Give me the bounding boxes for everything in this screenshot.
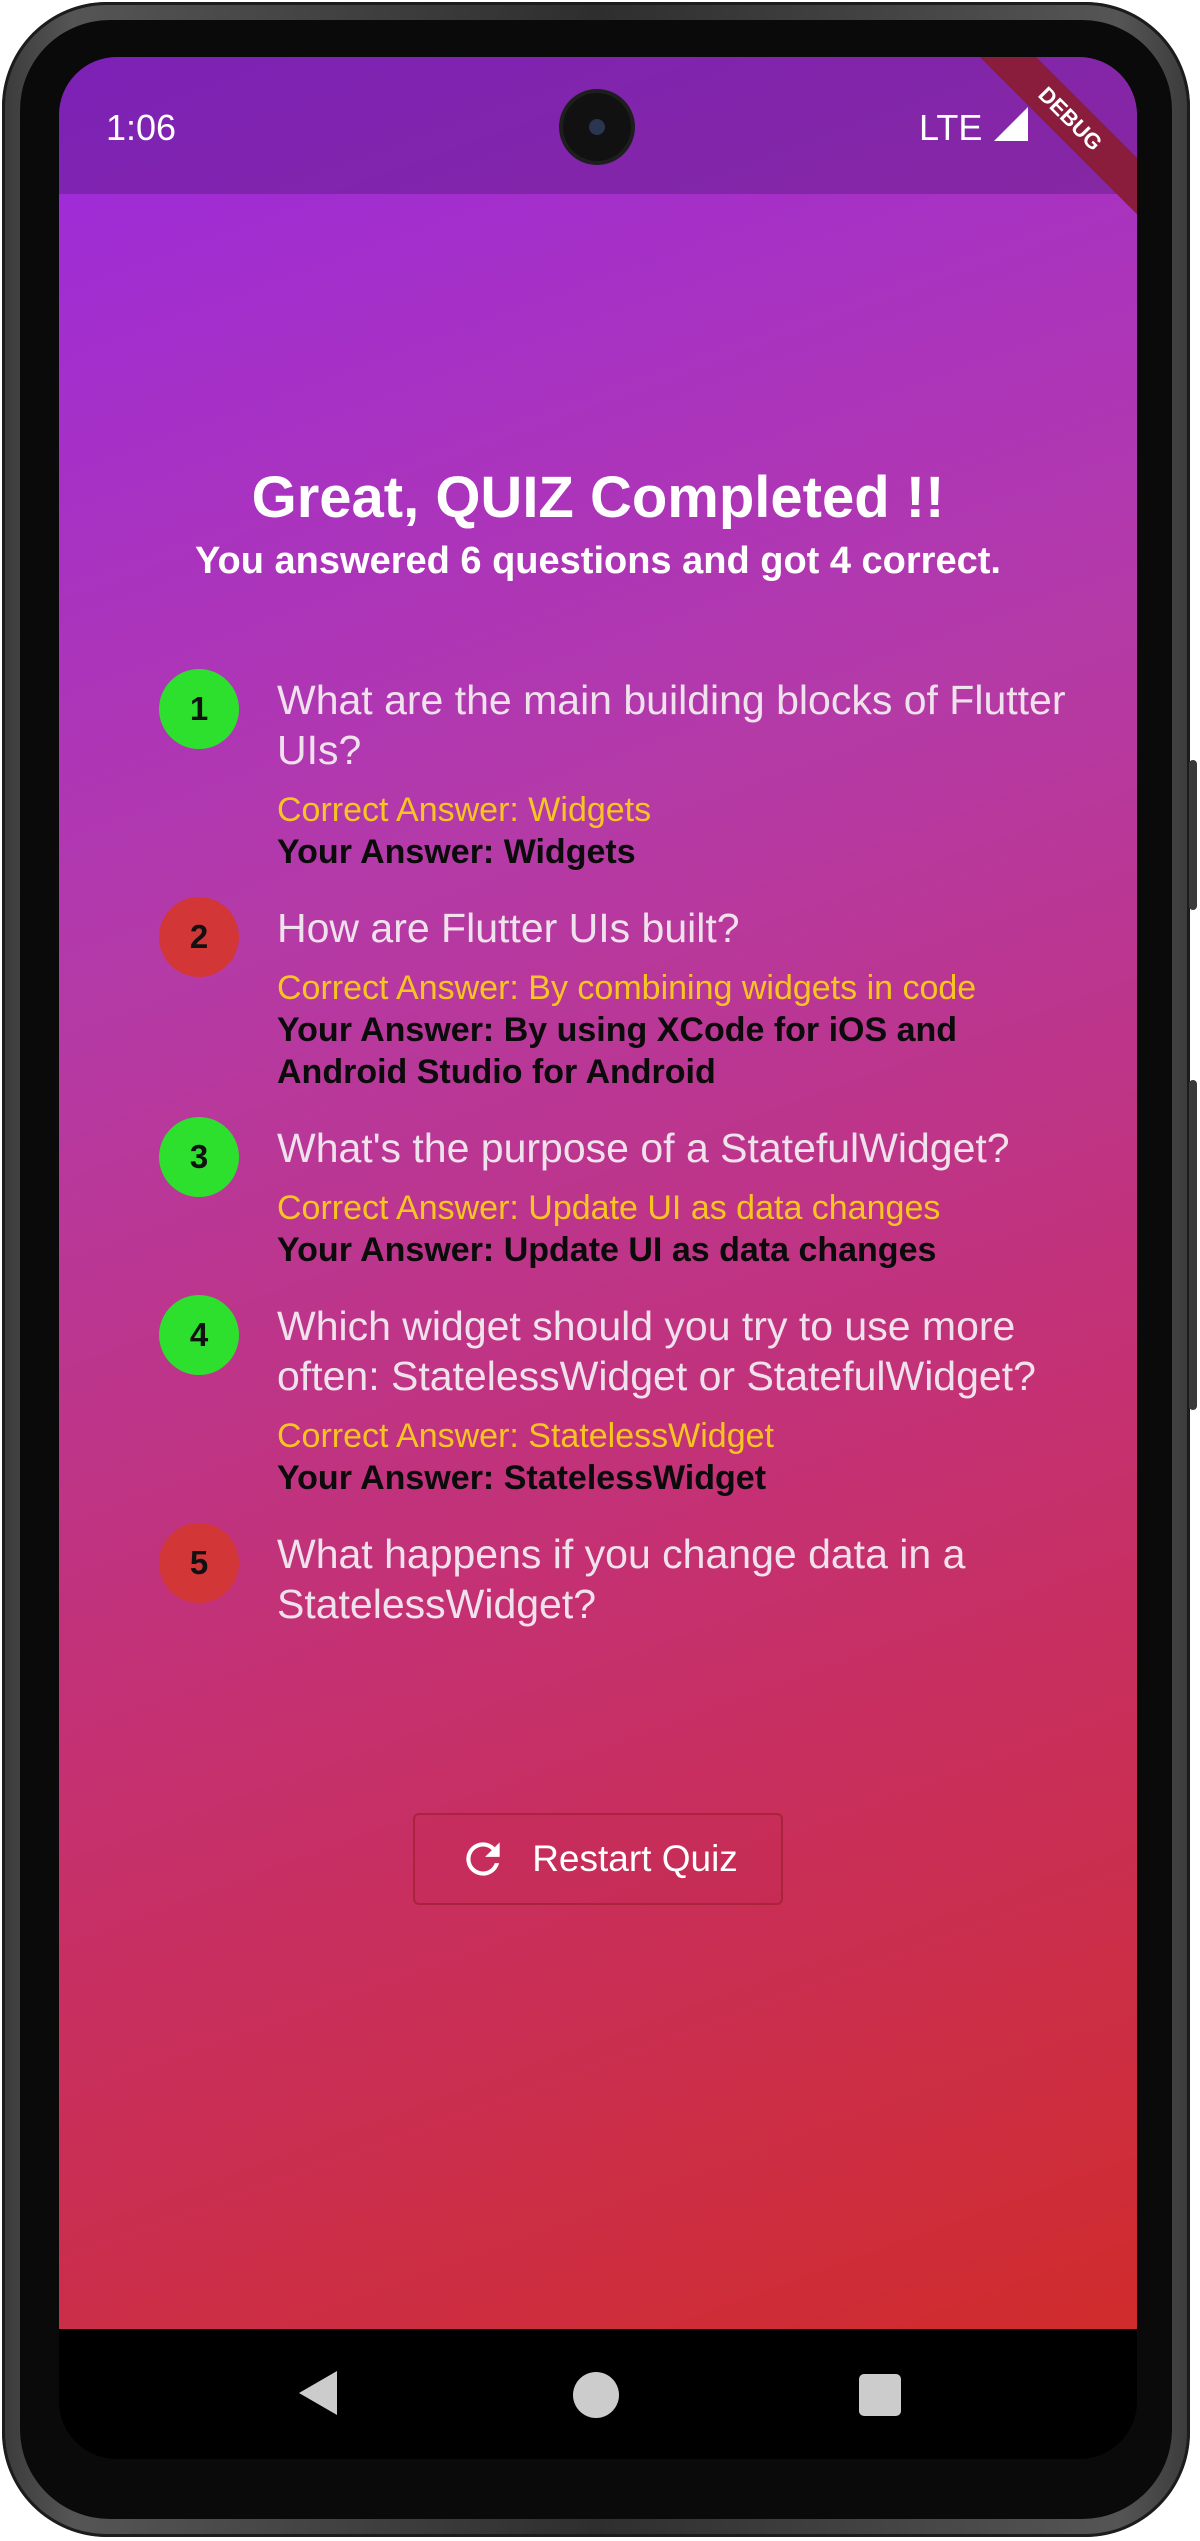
question-number-badge: 5	[159, 1523, 239, 1603]
recent-apps-icon[interactable]	[859, 2374, 901, 2416]
status-time: 1:06	[106, 107, 177, 148]
answers-summary-list[interactable]: 1 What are the main building blocks of F…	[159, 669, 1079, 1774]
results-title: Great, QUIZ Completed !!	[251, 465, 945, 530]
system-navigation-bar	[59, 2329, 1137, 2459]
question-number-badge: 4	[159, 1295, 239, 1375]
summary-item: 1 What are the main building blocks of F…	[159, 669, 1079, 873]
summary-item: 3 What's the purpose of a StatefulWidget…	[159, 1117, 1079, 1271]
question-text: What are the main building blocks of Flu…	[277, 677, 1066, 773]
user-answer: Your Answer: StatelessWidget	[277, 1459, 767, 1497]
user-answer: Your Answer: Widgets	[277, 833, 636, 871]
home-icon[interactable]	[573, 2372, 619, 2418]
power-button	[1189, 760, 1197, 910]
correct-answer: Correct Answer: Update UI as data change…	[277, 1189, 941, 1227]
results-subtitle: You answered 6 questions and got 4 corre…	[195, 540, 1001, 582]
correct-answer: Correct Answer: By combining widgets in …	[277, 969, 977, 1007]
volume-button	[1189, 1080, 1197, 1410]
network-label: LTE	[919, 107, 983, 148]
question-text: Which widget should you try to use more …	[277, 1303, 1036, 1399]
correct-answer: Correct Answer: Widgets	[277, 791, 652, 829]
question-text: How are Flutter UIs built?	[277, 905, 740, 951]
summary-item: 2 How are Flutter UIs built? Correct Ans…	[159, 897, 1079, 1093]
question-number-badge: 1	[159, 669, 239, 749]
question-text: What happens if you change data in a Sta…	[277, 1531, 966, 1627]
correct-answer: Correct Answer: StatelessWidget	[277, 1417, 774, 1455]
signal-icon	[994, 107, 1028, 141]
back-icon[interactable]	[299, 2371, 337, 2415]
status-bar: 1:06 LTE	[59, 57, 1137, 194]
summary-item: 4 Which widget should you try to use mor…	[159, 1295, 1079, 1499]
restart-quiz-label: Restart Quiz	[532, 1838, 738, 1879]
question-text: What's the purpose of a StatefulWidget?	[277, 1125, 1010, 1171]
refresh-icon	[466, 1842, 500, 1876]
app-background: 1:06 LTE DEBUG Great, QUIZ Completed !! …	[59, 57, 1137, 2329]
user-answer: Your Answer: Update UI as data changes	[277, 1231, 937, 1269]
question-number-badge: 3	[159, 1117, 239, 1197]
summary-item: 5 What happens if you change data in a S…	[159, 1523, 1079, 1643]
screen: 1:06 LTE DEBUG Great, QUIZ Completed !! …	[59, 57, 1137, 2459]
restart-quiz-button[interactable]: Restart Quiz	[413, 1813, 783, 1905]
front-camera	[563, 93, 631, 161]
user-answer: Your Answer: By using XCode for iOS and …	[277, 1011, 958, 1091]
question-number-badge: 2	[159, 897, 239, 977]
